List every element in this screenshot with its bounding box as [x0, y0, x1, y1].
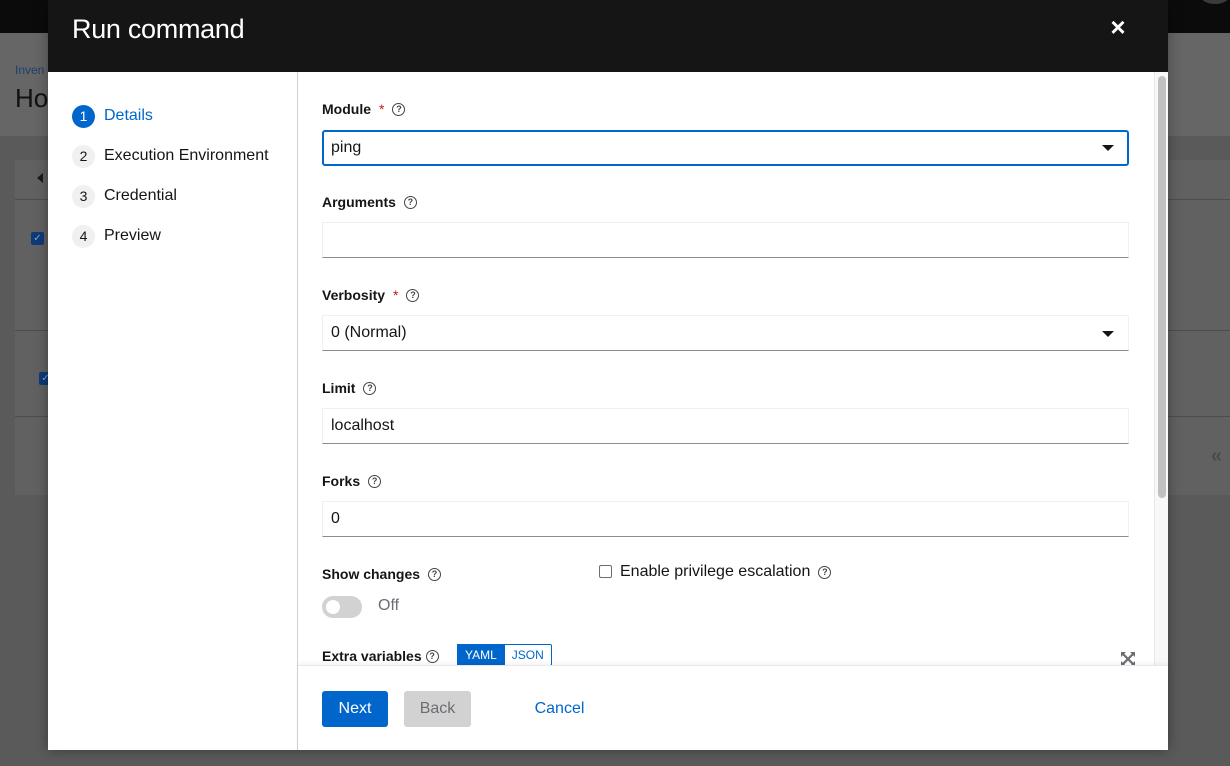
- help-icon[interactable]: ?: [406, 288, 420, 302]
- help-icon[interactable]: ?: [363, 381, 377, 395]
- run-command-modal: Run command × 1 Details 2 Execution Envi…: [48, 0, 1168, 750]
- help-icon[interactable]: ?: [818, 565, 832, 579]
- back-button[interactable]: Back: [404, 691, 471, 727]
- background-checkbox-checked-icon: ✓: [31, 232, 44, 245]
- background-avatar: [1200, 0, 1230, 4]
- verbosity-label-text: Verbosity: [322, 287, 386, 303]
- next-button[interactable]: Next: [322, 691, 388, 727]
- verbosity-select[interactable]: 0 (Normal): [322, 315, 1129, 351]
- background-breadcrumb: Inven: [15, 63, 45, 77]
- step-label: Preview: [104, 227, 161, 244]
- show-changes-label-text: Show changes: [322, 566, 421, 582]
- help-icon[interactable]: ?: [368, 474, 382, 488]
- verbosity-value: 0 (Normal): [331, 324, 407, 341]
- verbosity-label: Verbosity * ?: [322, 287, 420, 303]
- show-changes-label: Show changes ?: [322, 566, 442, 582]
- step-number: 1: [72, 104, 95, 128]
- arguments-input[interactable]: [322, 222, 1129, 258]
- step-number: 3: [72, 184, 95, 208]
- module-label-text: Module: [322, 101, 371, 117]
- background-collapse-icon: «: [1210, 445, 1222, 467]
- module-label: Module * ?: [322, 101, 406, 117]
- expand-icon[interactable]: [1120, 651, 1136, 665]
- limit-label: Limit ?: [322, 380, 377, 396]
- show-changes-state: Off: [378, 597, 400, 614]
- forks-label-text: Forks: [322, 473, 361, 489]
- help-icon[interactable]: ?: [428, 567, 442, 581]
- extra-variables-mode-toggle: YAML JSON: [457, 644, 552, 665]
- required-indicator: *: [379, 101, 385, 117]
- privilege-escalation-checkbox[interactable]: [599, 565, 612, 578]
- wizard-step-preview[interactable]: 4 Preview: [48, 216, 297, 256]
- step-label: Credential: [104, 187, 177, 204]
- limit-input[interactable]: localhost: [322, 408, 1129, 444]
- step-label: Execution Environment: [104, 147, 269, 164]
- wizard-step-credential[interactable]: 3 Credential: [48, 176, 297, 216]
- privilege-escalation-label-text: Enable privilege escalation: [620, 563, 811, 580]
- limit-label-text: Limit: [322, 380, 356, 396]
- caret-down-icon: [1102, 145, 1114, 151]
- scrollbar-thumb[interactable]: [1158, 76, 1166, 498]
- extra-variables-label: Extra variables ?: [322, 648, 439, 664]
- caret-down-icon: [1102, 331, 1114, 337]
- arguments-label: Arguments ?: [322, 194, 417, 210]
- step-number: 4: [72, 224, 95, 248]
- privilege-escalation-label: Enable privilege escalation ?: [620, 563, 832, 581]
- step-label: Details: [104, 107, 153, 124]
- help-icon[interactable]: ?: [392, 102, 406, 116]
- close-icon[interactable]: ×: [1106, 14, 1130, 40]
- form-scrollbar[interactable]: [1154, 72, 1168, 665]
- modal-header: Run command ×: [48, 0, 1168, 72]
- wizard-step-details[interactable]: 1 Details: [48, 96, 297, 136]
- show-changes-toggle[interactable]: [322, 596, 362, 618]
- help-icon[interactable]: ?: [403, 195, 417, 209]
- toggle-knob: [326, 600, 340, 614]
- forks-input[interactable]: 0: [322, 501, 1129, 537]
- wizard-step-execution-environment[interactable]: 2 Execution Environment: [48, 136, 297, 176]
- step-number: 2: [72, 144, 95, 168]
- module-select[interactable]: ping: [322, 130, 1129, 166]
- wizard-nav: 1 Details 2 Execution Environment 3 Cred…: [48, 72, 298, 750]
- json-mode-button[interactable]: JSON: [504, 644, 552, 665]
- help-icon[interactable]: ?: [425, 649, 439, 663]
- arguments-label-text: Arguments: [322, 194, 396, 210]
- cancel-button[interactable]: Cancel: [522, 691, 597, 727]
- wizard-footer: Next Back Cancel: [298, 665, 1168, 750]
- required-indicator: *: [393, 287, 399, 303]
- extra-variables-label-text: Extra variables: [322, 648, 422, 664]
- yaml-mode-button[interactable]: YAML: [457, 644, 505, 665]
- forks-label: Forks ?: [322, 473, 382, 489]
- modal-title: Run command: [72, 14, 245, 44]
- background-caret-icon: [37, 173, 43, 183]
- wizard-body: Module * ? ping Arguments ? Verbosity * …: [298, 72, 1168, 665]
- module-value: ping: [331, 139, 362, 156]
